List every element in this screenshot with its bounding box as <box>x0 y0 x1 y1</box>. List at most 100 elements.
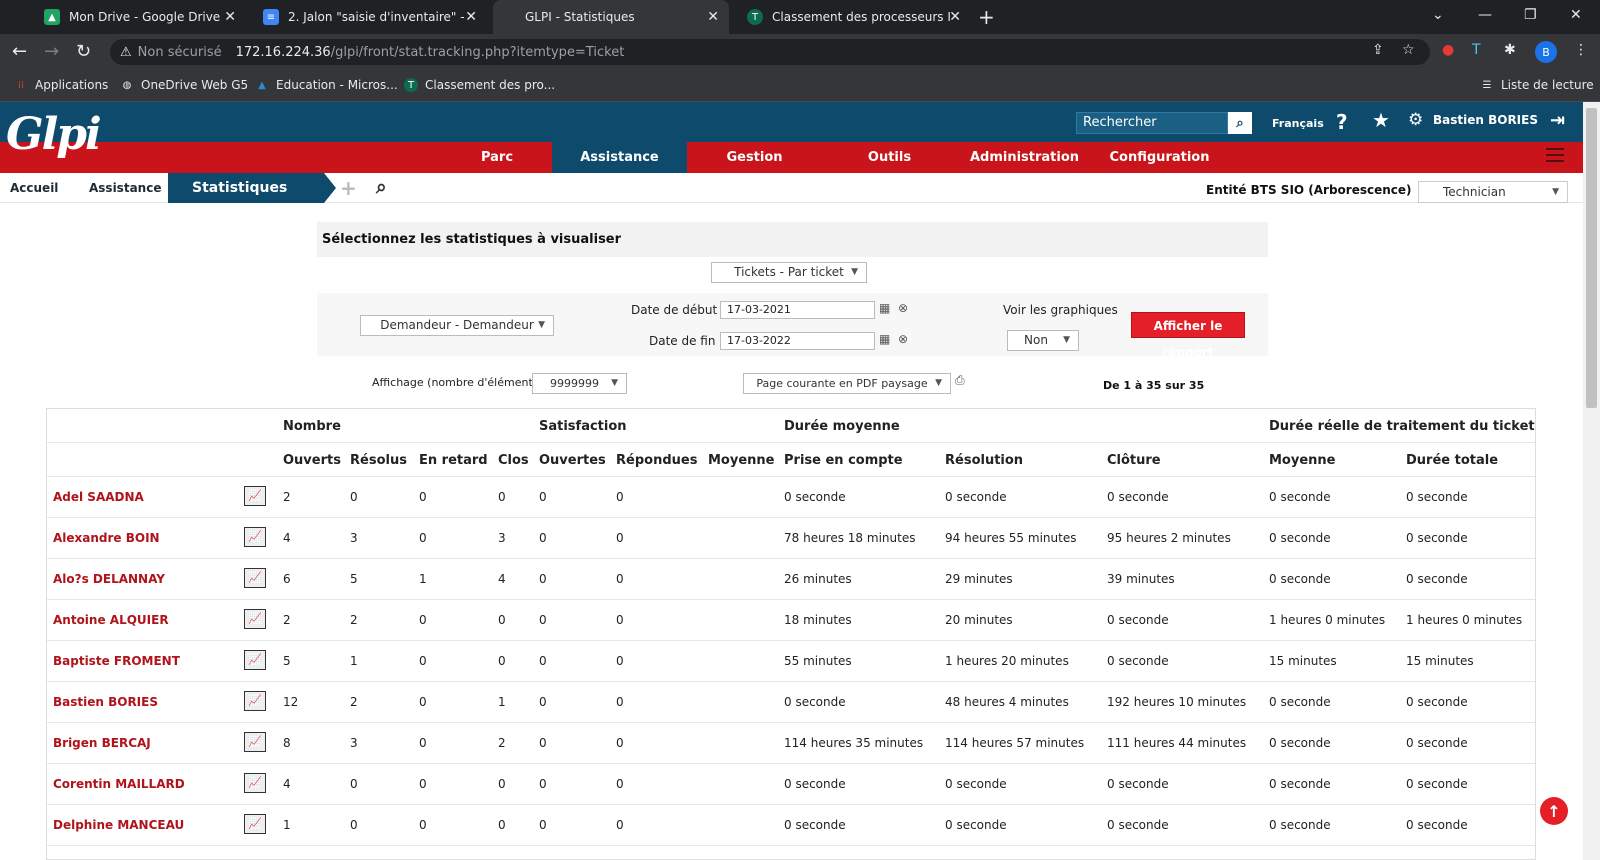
menu-assistance[interactable]: Assistance <box>552 142 687 173</box>
search-icon[interactable]: ⌕ <box>376 176 387 198</box>
back-to-top-button[interactable]: ↑ <box>1540 797 1568 825</box>
user-name-link[interactable]: Baptiste FROMENT <box>53 654 180 668</box>
menu-outils[interactable]: Outils <box>822 142 957 173</box>
back-icon[interactable]: ← <box>12 41 27 62</box>
col-resolus[interactable]: Résolus <box>350 453 407 468</box>
user-name-link[interactable]: Alo?s DELANNAY <box>53 572 165 586</box>
reload-icon[interactable]: ↻ <box>76 41 91 62</box>
user-name[interactable]: Bastien BORIES <box>1433 113 1538 127</box>
browser-tab-intel[interactable]: T Classement des processeurs Intel ✕ <box>735 0 971 34</box>
col-moyenne-traitement[interactable]: Moyenne <box>1269 453 1336 468</box>
col-clos[interactable]: Clos <box>498 453 529 468</box>
bookmark-classement[interactable]: T Classement des pro... <box>404 78 555 92</box>
chart-icon[interactable]: 📈 <box>244 650 266 670</box>
user-name-link[interactable]: Brigen BERCAJ <box>53 736 151 750</box>
favorites-star-icon[interactable]: ★ <box>1372 108 1390 132</box>
field-select[interactable]: Demandeur - Demandeur ▼ <box>360 315 554 336</box>
extensions-icon[interactable]: ✱ <box>1504 42 1516 58</box>
menu-configuration[interactable]: Configuration <box>1092 142 1227 173</box>
bookmark-onedrive[interactable]: ◍ OneDrive Web G5 <box>120 78 249 92</box>
user-name-link[interactable]: Bastien BORIES <box>53 695 158 709</box>
menu-administration[interactable]: Administration <box>957 142 1092 173</box>
hamburger-icon[interactable] <box>1546 148 1564 166</box>
close-icon[interactable]: ✕ <box>949 9 961 25</box>
address-bar[interactable]: ⚠ Non sécurisé 172.16.224.36/glpi/front/… <box>110 39 1430 65</box>
language-link[interactable]: Français <box>1272 117 1324 130</box>
col-cloture[interactable]: Clôture <box>1107 453 1161 468</box>
col-duree-totale[interactable]: Durée totale <box>1406 453 1498 468</box>
show-report-button[interactable]: Afficher le rapport <box>1131 312 1245 359</box>
browser-tab-google-drive[interactable]: ▲ Mon Drive - Google Drive ✕ <box>32 0 246 34</box>
chart-icon[interactable]: 📈 <box>244 691 266 711</box>
global-search-input[interactable]: Rechercher <box>1076 112 1228 134</box>
export-format-select[interactable]: Page courante en PDF paysage ▼ <box>743 373 951 394</box>
clear-icon[interactable]: ⊗ <box>898 301 908 315</box>
end-date-input[interactable]: 17-03-2022 <box>720 332 875 350</box>
minimize-icon[interactable]: — <box>1478 7 1492 23</box>
search-icon[interactable]: ⌕ <box>1228 112 1252 134</box>
new-tab-button[interactable]: + <box>978 5 995 29</box>
user-name-link[interactable]: Antoine ALQUIER <box>53 613 169 627</box>
stat-type-select[interactable]: Tickets - Par ticket ▼ <box>711 262 867 283</box>
bookmark-education[interactable]: ▲ Education - Micros... <box>255 78 398 92</box>
close-icon[interactable]: ✕ <box>224 9 236 25</box>
restore-icon[interactable]: ❐ <box>1524 7 1537 23</box>
close-icon[interactable]: ✕ <box>465 9 477 25</box>
table-cell: 0 <box>539 654 547 668</box>
chart-icon[interactable]: 📈 <box>244 527 266 547</box>
col-prise-en-compte[interactable]: Prise en compte <box>784 453 903 468</box>
breadcrumb-accueil[interactable]: Accueil <box>10 173 58 203</box>
calendar-icon[interactable]: ▦ <box>879 301 890 315</box>
table-cell: 111 heures 44 minutes <box>1107 736 1247 750</box>
col-moyenne-satisfaction[interactable]: Moyenne <box>708 453 775 468</box>
help-icon[interactable]: ? <box>1336 110 1348 134</box>
adblock-icon[interactable]: ● <box>1442 42 1454 58</box>
add-icon[interactable]: + <box>340 176 357 200</box>
user-name-link[interactable]: Delphine MANCEAU <box>53 818 184 832</box>
col-repondues[interactable]: Répondues <box>616 453 697 468</box>
user-name-link[interactable]: Alexandre BOIN <box>53 531 160 545</box>
share-icon[interactable]: ⇪ <box>1372 42 1384 58</box>
chart-icon[interactable]: 📈 <box>244 773 266 793</box>
profile-avatar[interactable]: B <box>1535 41 1557 63</box>
browser-tab-docs[interactable]: ≡ 2. Jalon "saisie d'inventaire" - Go ✕ <box>251 0 487 34</box>
show-graphs-select[interactable]: Non ▼ <box>1007 330 1079 351</box>
gear-icon[interactable]: ⚙ <box>1408 110 1423 130</box>
reading-list[interactable]: ☰ Liste de lecture <box>1480 78 1594 92</box>
bookmark-star-icon[interactable]: ☆ <box>1402 42 1415 58</box>
glpi-logo[interactable]: Glpi <box>6 110 102 160</box>
close-window-icon[interactable]: ✕ <box>1570 7 1582 23</box>
close-icon[interactable]: ✕ <box>707 9 719 25</box>
display-count-select[interactable]: 9999999 ▼ <box>532 373 627 394</box>
start-date-input[interactable]: 17-03-2021 <box>720 301 875 319</box>
user-name-link[interactable]: Adel SAADNA <box>53 490 144 504</box>
breadcrumb-assistance[interactable]: Assistance <box>89 173 161 203</box>
chart-icon[interactable]: 📈 <box>244 814 266 834</box>
col-ouverts[interactable]: Ouverts <box>283 453 341 468</box>
page-scrollbar[interactable] <box>1583 102 1600 860</box>
calendar-icon[interactable]: ▦ <box>879 332 890 346</box>
menu-kebab-icon[interactable]: ⋮ <box>1574 42 1588 58</box>
scroll-thumb[interactable] <box>1586 108 1597 408</box>
export-icon[interactable]: ⎙ <box>955 373 965 388</box>
col-resolution[interactable]: Résolution <box>945 453 1023 468</box>
profile-select[interactable]: Technician ▼ <box>1418 181 1568 203</box>
user-name-link[interactable]: Corentin MAILLARD <box>53 777 185 791</box>
logout-icon[interactable]: ⇥ <box>1550 110 1565 131</box>
bookmark-applications[interactable]: ⁞⁞ Applications <box>14 78 109 92</box>
col-en-retard[interactable]: En retard <box>419 453 488 468</box>
entity-label[interactable]: Entité BTS SIO (Arborescence) <box>1206 183 1412 197</box>
chart-icon[interactable]: 📈 <box>244 568 266 588</box>
forward-icon[interactable]: → <box>44 41 59 62</box>
extension-tt-icon[interactable]: T <box>1472 42 1481 58</box>
clear-icon[interactable]: ⊗ <box>898 332 908 346</box>
breadcrumb-statistiques[interactable]: Statistiques <box>168 173 324 203</box>
browser-tab-glpi[interactable]: GLPI - Statistiques ✕ <box>493 0 729 34</box>
chart-icon[interactable]: 📈 <box>244 609 266 629</box>
chart-icon[interactable]: 📈 <box>244 732 266 752</box>
col-ouvertes[interactable]: Ouvertes <box>539 453 606 468</box>
tab-search-icon[interactable]: ⌄ <box>1432 7 1444 23</box>
menu-gestion[interactable]: Gestion <box>687 142 822 173</box>
chart-icon[interactable]: 📈 <box>244 486 266 506</box>
menu-parc[interactable]: Parc <box>442 142 552 173</box>
